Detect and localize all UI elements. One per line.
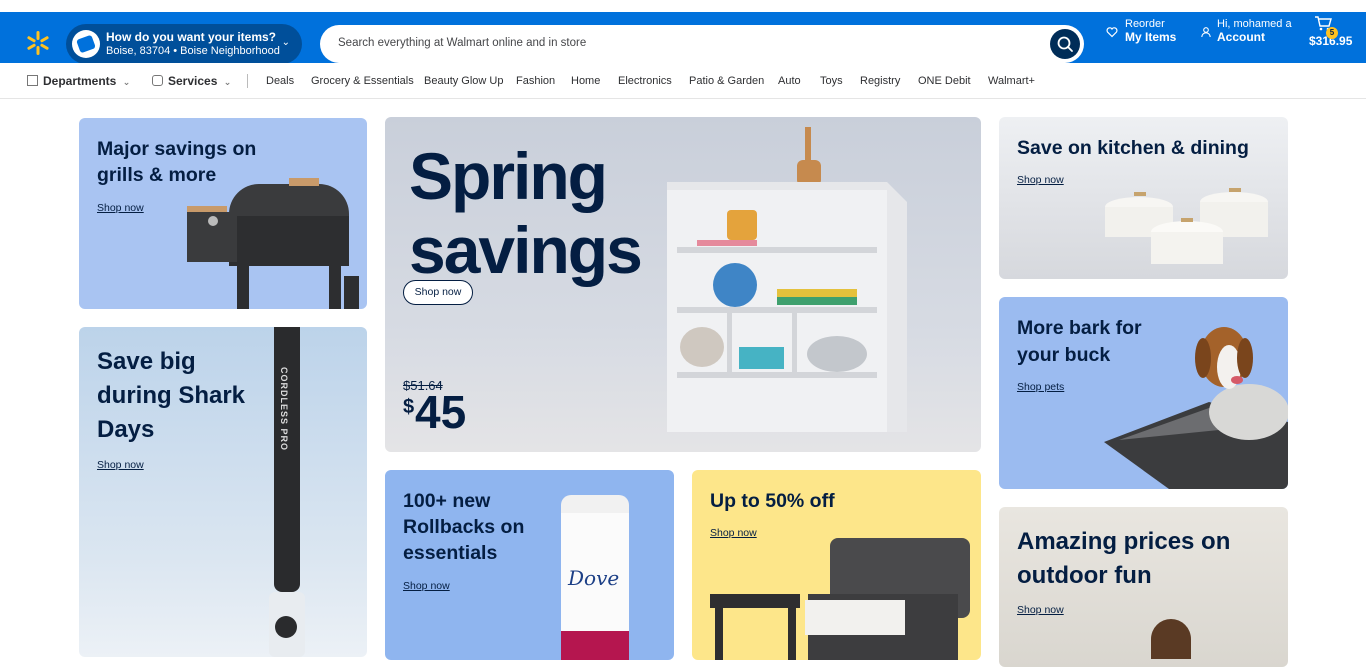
bookshelf-image xyxy=(667,127,907,432)
kitchen-heading: Save on kitchen & dining xyxy=(1017,137,1249,159)
pets-tile[interactable]: More bark for your buck Shop pets xyxy=(999,297,1288,489)
departments-label: Departments xyxy=(43,74,117,88)
services-icon xyxy=(152,75,163,86)
site-header: How do you want your items? Boise, 83704… xyxy=(0,12,1366,64)
nav-link-grocery[interactable]: Grocery & Essentials xyxy=(311,75,414,87)
outdoor-furniture-heading: Up to 50% off xyxy=(710,490,835,512)
shark-shop-link[interactable]: Shop now xyxy=(97,459,144,471)
delivery-location: Boise, 83704 • Boise Neighborhood ... xyxy=(106,45,281,57)
spring-price: 45 xyxy=(415,386,467,438)
chevron-down-icon: ⌄ xyxy=(281,37,290,48)
heart-icon xyxy=(1106,27,1118,38)
outdoor-furniture-tile[interactable]: Up to 50% off Shop now xyxy=(692,470,981,660)
spring-savings-hero[interactable]: Spring savings Shop now $51.64 $ 45 xyxy=(385,117,981,452)
spring-shop-button-label: Shop now xyxy=(414,286,462,298)
nav-link-fashion[interactable]: Fashion xyxy=(516,75,555,87)
spring-shop-button[interactable]: Shop now xyxy=(403,280,473,305)
search-bar[interactable]: Search everything at Walmart online and … xyxy=(320,25,1084,63)
outdoor-fun-heading: Amazing prices on outdoor fun xyxy=(1017,528,1231,589)
search-icon xyxy=(1057,36,1073,52)
spark-logo-icon[interactable] xyxy=(26,31,50,55)
nav-link-auto[interactable]: Auto xyxy=(778,75,801,87)
chevron-down-icon: ⌄ xyxy=(223,77,232,87)
kitchen-tile[interactable]: Save on kitchen & dining Shop now xyxy=(999,117,1288,279)
services-label: Services xyxy=(168,74,218,88)
services-menu[interactable]: Services ⌄ xyxy=(152,74,231,88)
nav-link-deals[interactable]: Deals xyxy=(266,75,294,87)
nav-link-electronics[interactable]: Electronics xyxy=(618,75,672,87)
child-image xyxy=(1151,619,1191,659)
dove-brand-label: Dove xyxy=(568,566,620,590)
spring-heading: Spring savings xyxy=(409,139,643,287)
dog-image xyxy=(1104,327,1288,489)
shark-heading: Save big during Shark Days xyxy=(97,348,246,443)
account-label: Account xyxy=(1217,30,1265,44)
account-greeting: Hi, mohamed a xyxy=(1217,18,1292,30)
grills-shop-link[interactable]: Shop now xyxy=(97,202,144,214)
nav-link-toys[interactable]: Toys xyxy=(820,75,843,87)
search-button[interactable] xyxy=(1050,29,1080,59)
reorder-label: Reorder xyxy=(1125,18,1165,30)
vacuum-label: CORDLESS PRO xyxy=(279,367,289,452)
delivery-selector[interactable]: How do you want your items? Boise, 83704… xyxy=(66,24,302,64)
delivery-question: How do you want your items? xyxy=(106,30,277,44)
rollbacks-heading: 100+ new Rollbacks on essentials xyxy=(403,490,525,564)
pets-shop-link[interactable]: Shop pets xyxy=(1017,381,1064,393)
nav-link-home[interactable]: Home xyxy=(571,75,600,87)
spring-price-symbol: $ xyxy=(403,396,415,418)
chevron-down-icon: ⌄ xyxy=(122,77,131,87)
nav-divider xyxy=(247,74,248,88)
my-items-label: My Items xyxy=(1125,30,1177,44)
nav-link-registry[interactable]: Registry xyxy=(860,75,900,87)
vacuum-image: CORDLESS PRO xyxy=(274,327,300,592)
delivery-icon xyxy=(72,30,100,58)
grid-icon xyxy=(27,75,38,86)
shark-tile[interactable]: Save big during Shark Days Shop now CORD… xyxy=(79,327,367,657)
nav-link-beauty[interactable]: Beauty Glow Up xyxy=(424,75,503,87)
rollbacks-shop-link[interactable]: Shop now xyxy=(403,580,450,592)
cookware-image xyxy=(1105,188,1268,264)
dove-bottle-image: Dove xyxy=(561,495,629,660)
vacuum-base-image xyxy=(269,592,305,657)
kitchen-shop-link[interactable]: Shop now xyxy=(1017,174,1064,186)
rollbacks-tile[interactable]: 100+ new Rollbacks on essentials Shop no… xyxy=(385,470,674,660)
nav-link-one-debit[interactable]: ONE Debit xyxy=(918,75,971,87)
cart-count-badge: 5 xyxy=(1326,27,1338,39)
grill-image xyxy=(187,178,359,309)
outdoor-fun-shop-link[interactable]: Shop now xyxy=(1017,604,1064,616)
wicker-chair-image xyxy=(710,538,970,660)
search-input[interactable]: Search everything at Walmart online and … xyxy=(338,37,586,49)
outdoor-fun-tile[interactable]: Amazing prices on outdoor fun Shop now xyxy=(999,507,1288,667)
nav-link-patio[interactable]: Patio & Garden xyxy=(689,75,764,87)
grills-tile[interactable]: Major savings on grills & more Shop now xyxy=(79,118,367,309)
department-nav: Departments ⌄ Services ⌄ Deals Grocery &… xyxy=(0,63,1366,99)
departments-menu[interactable]: Departments ⌄ xyxy=(27,74,130,88)
nav-link-walmart-plus[interactable]: Walmart+ xyxy=(988,75,1035,87)
user-icon xyxy=(1201,27,1211,38)
homepage-content: Major savings on grills & more Shop now … xyxy=(0,99,1366,667)
